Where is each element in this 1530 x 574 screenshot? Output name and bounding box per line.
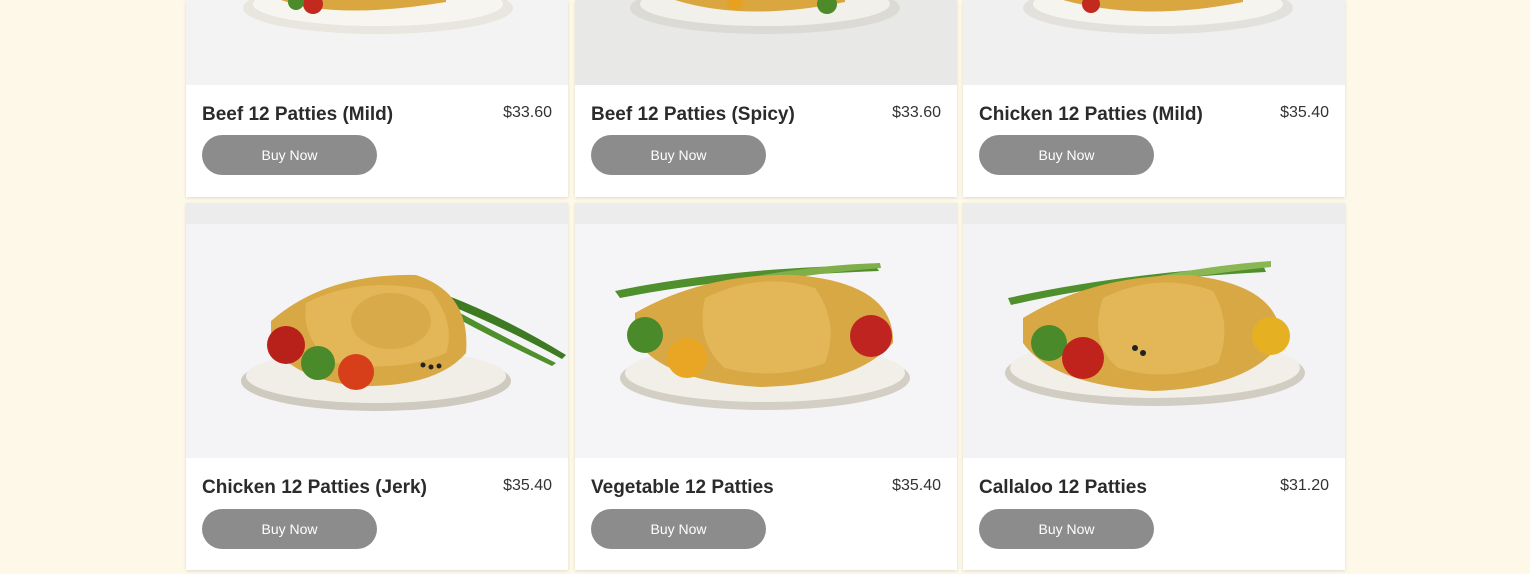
product-image[interactable]: [963, 0, 1345, 85]
buy-now-button[interactable]: Buy Now: [202, 509, 377, 549]
product-price: $35.40: [892, 477, 941, 494]
product-image[interactable]: [963, 203, 1345, 458]
buy-now-button[interactable]: Buy Now: [979, 135, 1154, 175]
product-price: $35.40: [1280, 104, 1329, 121]
product-price: $35.40: [503, 477, 552, 494]
product-price: $33.60: [892, 104, 941, 121]
product-title[interactable]: Chicken 12 Patties (Mild): [979, 104, 1203, 126]
product-card: Beef 12 Patties (Mild) $33.60 Buy Now: [186, 0, 568, 197]
buy-now-button[interactable]: Buy Now: [591, 509, 766, 549]
product-card: Beef 12 Patties (Spicy) $33.60 Buy Now: [575, 0, 957, 197]
buy-now-button[interactable]: Buy Now: [202, 135, 377, 175]
product-card: Chicken 12 Patties (Mild) $35.40 Buy Now: [963, 0, 1345, 197]
product-card: Callaloo 12 Patties $31.20 Buy Now: [963, 203, 1345, 570]
product-title[interactable]: Beef 12 Patties (Mild): [202, 104, 393, 126]
product-title[interactable]: Vegetable 12 Patties: [591, 477, 774, 499]
product-price: $31.20: [1280, 477, 1329, 494]
product-price: $33.60: [503, 104, 552, 121]
product-title[interactable]: Chicken 12 Patties (Jerk): [202, 477, 427, 499]
product-image[interactable]: [575, 0, 957, 85]
buy-now-button[interactable]: Buy Now: [591, 135, 766, 175]
product-title[interactable]: Callaloo 12 Patties: [979, 477, 1147, 499]
product-image[interactable]: [186, 0, 568, 85]
product-card: Chicken 12 Patties (Jerk) $35.40 Buy Now: [186, 203, 568, 570]
product-title[interactable]: Beef 12 Patties (Spicy): [591, 104, 795, 126]
product-image[interactable]: [575, 203, 957, 458]
product-image[interactable]: [186, 203, 568, 458]
buy-now-button[interactable]: Buy Now: [979, 509, 1154, 549]
product-card: Vegetable 12 Patties $35.40 Buy Now: [575, 203, 957, 570]
